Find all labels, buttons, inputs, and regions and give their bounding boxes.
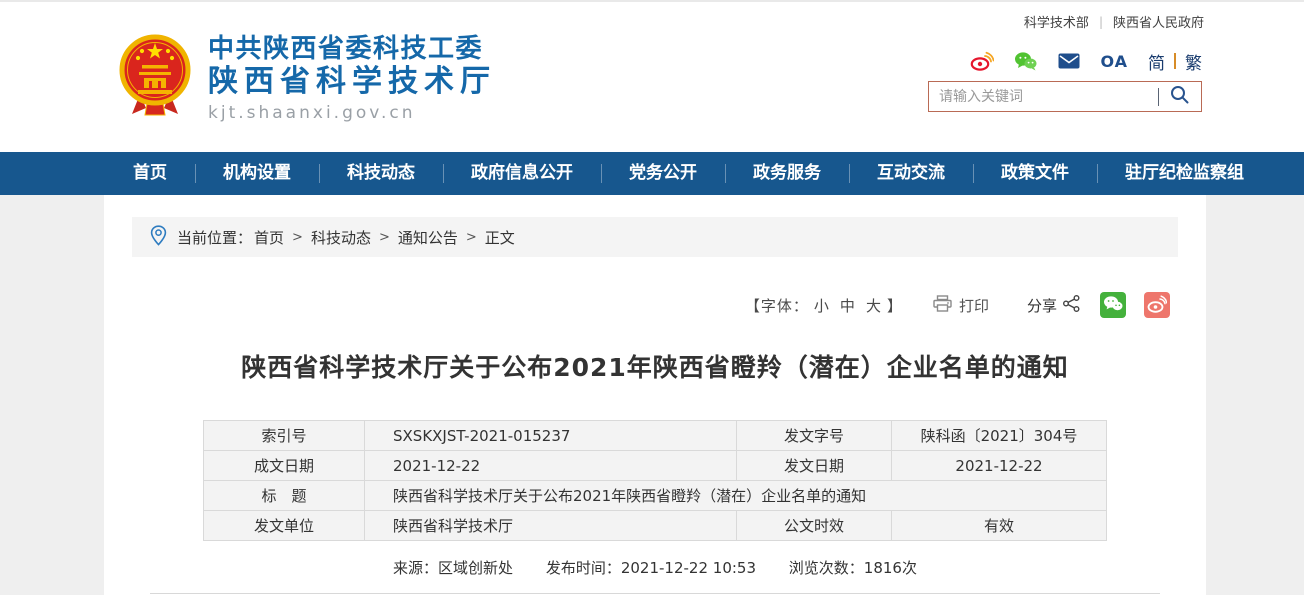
nav-item-gov-services[interactable]: 政务服务 bbox=[725, 152, 849, 195]
mail-icon[interactable] bbox=[1058, 53, 1080, 69]
article-title: 陕西省科学技术厅关于公布2021年陕西省瞪羚（潜在）企业名单的通知 bbox=[241, 353, 1069, 382]
title-value: 陕西省科学技术厅关于公布2021年陕西省瞪羚（潜在）企业名单的通知 bbox=[364, 480, 1107, 511]
print-button[interactable]: 打印 bbox=[933, 294, 989, 316]
breadcrumb: 当前位置： 首页 > 科技动态 > 通知公告 > 正文 bbox=[132, 217, 1178, 257]
issuing-unit-label: 发文单位 bbox=[203, 510, 365, 541]
content-container: 当前位置： 首页 > 科技动态 > 通知公告 > 正文 【字体： 小 中 大 】 bbox=[104, 195, 1206, 595]
nav-item-gov-info[interactable]: 政府信息公开 bbox=[443, 152, 601, 195]
article-source-row: 来源：区域创新处 发布时间：2021-12-22 10:53 浏览次数：1816… bbox=[104, 557, 1206, 578]
top-links-divider: | bbox=[1098, 14, 1103, 29]
share-nodes-icon[interactable] bbox=[1063, 294, 1080, 316]
top-external-links: 科学技术部 | 陕西省人民政府 bbox=[1024, 12, 1204, 32]
nav-item-discipline-inspection[interactable]: 驻厅纪检监察组 bbox=[1097, 152, 1272, 195]
location-pin-icon bbox=[150, 224, 167, 250]
font-size-label-open: 【字体： bbox=[744, 296, 809, 315]
search-bar bbox=[928, 81, 1202, 112]
source-segment: 来源：区域创新处 bbox=[393, 559, 513, 577]
header-icon-row: OA 简 繁 bbox=[970, 49, 1202, 74]
weibo-icon[interactable] bbox=[970, 51, 995, 71]
wechat-icon bbox=[1103, 295, 1123, 315]
views-label: 浏览次数： bbox=[788, 559, 864, 577]
article-toolbar: 【字体： 小 中 大 】 打印 分享 bbox=[104, 292, 1206, 318]
org-name-committee: 中共陕西省委科技工委 bbox=[208, 34, 484, 64]
breadcrumb-notices[interactable]: 通知公告 bbox=[398, 227, 458, 248]
print-label: 打印 bbox=[958, 296, 989, 315]
search-input[interactable] bbox=[929, 82, 1158, 111]
breadcrumb-separator: > bbox=[378, 229, 390, 245]
nav-item-home[interactable]: 首页 bbox=[105, 152, 195, 195]
org-name-department: 陕西省科学技术厅 bbox=[208, 64, 496, 100]
views-segment: 浏览次数：1816次 bbox=[789, 559, 917, 577]
font-large-button[interactable]: 大 bbox=[866, 295, 882, 316]
title-label: 标 题 bbox=[203, 480, 365, 511]
doc-number-label: 发文字号 bbox=[736, 420, 892, 451]
breadcrumb-current-article: 正文 bbox=[484, 228, 515, 247]
validity-value: 有效 bbox=[891, 510, 1107, 541]
wechat-icon[interactable] bbox=[1014, 51, 1038, 71]
link-most[interactable]: 科学技术部 bbox=[1024, 12, 1089, 31]
validity-label: 公文时效 bbox=[736, 510, 892, 541]
written-date-label: 成文日期 bbox=[203, 450, 365, 481]
table-row: 成文日期 2021-12-22 发文日期 2021-12-22 bbox=[203, 450, 1107, 481]
share-label: 分享 bbox=[1026, 296, 1057, 315]
site-logo-block: 中共陕西省委科技工委 陕西省科学技术厅 kjt.shaanxi.gov.cn bbox=[118, 34, 496, 123]
table-row: 索引号 SXSKXJST-2021-015237 发文字号 陕科函〔2021〕3… bbox=[203, 420, 1107, 451]
document-meta-table: 索引号 SXSKXJST-2021-015237 发文字号 陕科函〔2021〕3… bbox=[203, 420, 1107, 541]
index-number-value: SXSKXJST-2021-015237 bbox=[364, 420, 737, 451]
lang-simplified-button[interactable]: 简 bbox=[1148, 49, 1165, 74]
source-label: 来源： bbox=[393, 559, 439, 577]
article-divider bbox=[150, 593, 1160, 594]
table-row: 标 题 陕西省科学技术厅关于公布2021年陕西省瞪羚（潜在）企业名单的通知 bbox=[203, 480, 1107, 511]
breadcrumb-label: 当前位置： bbox=[177, 228, 253, 247]
breadcrumb-home[interactable]: 首页 bbox=[254, 227, 284, 248]
views-value: 1816次 bbox=[863, 559, 917, 577]
nav-item-sci-tech-news[interactable]: 科技动态 bbox=[319, 152, 443, 195]
publish-time-segment: 发布时间：2021-12-22 10:53 bbox=[546, 559, 756, 577]
lang-traditional-button[interactable]: 繁 bbox=[1185, 49, 1202, 74]
oa-link[interactable]: OA bbox=[1100, 52, 1128, 71]
breadcrumb-separator: > bbox=[292, 229, 303, 245]
breadcrumb-sci-tech-news[interactable]: 科技动态 bbox=[311, 227, 371, 248]
table-row: 发文单位 陕西省科学技术厅 公文时效 有效 bbox=[203, 510, 1107, 541]
nav-item-party-affairs[interactable]: 党务公开 bbox=[601, 152, 725, 195]
language-toggle: 简 繁 bbox=[1148, 49, 1202, 74]
font-size-label-close: 】 bbox=[886, 296, 903, 315]
site-url: kjt.shaanxi.gov.cn bbox=[208, 102, 416, 123]
index-number-label: 索引号 bbox=[203, 420, 365, 451]
org-titles: 中共陕西省委科技工委 陕西省科学技术厅 kjt.shaanxi.gov.cn bbox=[208, 34, 496, 123]
printer-icon bbox=[933, 294, 952, 316]
font-size-control: 【字体： 小 中 大 】 bbox=[745, 295, 903, 316]
share-control: 分享 bbox=[1027, 292, 1170, 318]
main-nav: 首页 机构设置 科技动态 政府信息公开 党务公开 政务服务 互动交流 政策文件 … bbox=[0, 152, 1304, 195]
share-wechat-button[interactable] bbox=[1100, 292, 1126, 318]
font-medium-button[interactable]: 中 bbox=[840, 295, 856, 316]
doc-number-value: 陕科函〔2021〕304号 bbox=[891, 420, 1107, 451]
issue-date-label: 发文日期 bbox=[736, 450, 892, 481]
lang-divider bbox=[1174, 53, 1176, 69]
link-shaanxi-gov[interactable]: 陕西省人民政府 bbox=[1113, 12, 1204, 31]
written-date-value: 2021-12-22 bbox=[364, 450, 737, 481]
font-small-button[interactable]: 小 bbox=[814, 295, 830, 316]
source-value: 区域创新处 bbox=[438, 559, 514, 577]
breadcrumb-separator: > bbox=[465, 229, 477, 245]
share-weibo-button[interactable] bbox=[1144, 292, 1170, 318]
nav-item-organization[interactable]: 机构设置 bbox=[195, 152, 319, 195]
nav-item-policy-docs[interactable]: 政策文件 bbox=[973, 152, 1097, 195]
site-header: 科学技术部 | 陕西省人民政府 中共陕西省委科技工委 陕西省科学技术厅 kjt.… bbox=[0, 0, 1304, 152]
issue-date-value: 2021-12-22 bbox=[891, 450, 1107, 481]
national-emblem-icon bbox=[118, 34, 192, 120]
nav-item-interaction[interactable]: 互动交流 bbox=[849, 152, 973, 195]
weibo-icon bbox=[1147, 294, 1168, 316]
publish-time-value: 2021-12-22 10:53 bbox=[620, 559, 756, 577]
issuing-unit-value: 陕西省科学技术厅 bbox=[364, 510, 737, 541]
search-button[interactable] bbox=[1159, 82, 1201, 111]
publish-time-label: 发布时间： bbox=[545, 559, 621, 577]
search-icon bbox=[1170, 85, 1190, 108]
